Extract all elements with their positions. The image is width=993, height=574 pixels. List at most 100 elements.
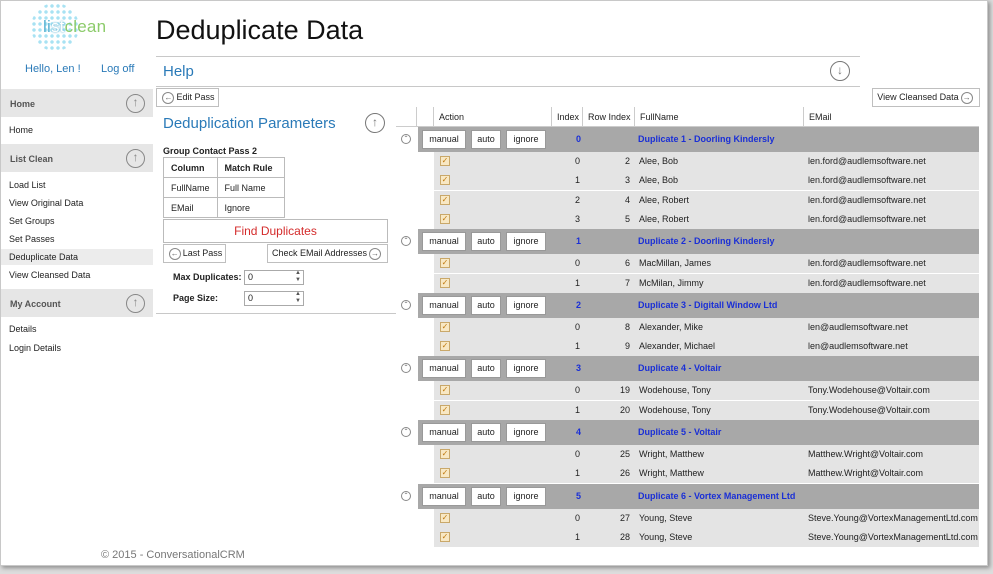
- manual-button[interactable]: manual: [422, 486, 466, 506]
- auto-button[interactable]: auto: [471, 295, 501, 315]
- group-row: ⌃ manual auto ignore 0 Duplicate 1 - Doorling…: [396, 127, 979, 152]
- table-row[interactable]: ✓ 2 4 Alee, Robert len.ford@audlemsoftware.n…: [396, 190, 979, 210]
- checkbox-checked-icon[interactable]: ✓: [440, 531, 450, 542]
- header-email[interactable]: EMail: [803, 107, 979, 127]
- collapse-up-icon[interactable]: ↑: [126, 294, 145, 313]
- group-name[interactable]: Duplicate 4 - Voltair: [638, 356, 721, 381]
- collapse-group-icon[interactable]: ⌃: [401, 236, 411, 247]
- section-list-clean[interactable]: List Clean ↑: [1, 144, 153, 172]
- ignore-button[interactable]: ignore: [506, 423, 546, 442]
- table-row[interactable]: ✓ 1 3 Alee, Bob len.ford@audlemsoftware.net: [396, 171, 979, 191]
- rule-header: Match Rule: [216, 157, 285, 178]
- ignore-button[interactable]: ignore: [506, 359, 546, 379]
- check-email-addresses-button[interactable]: Check EMail Addresses →: [267, 244, 388, 263]
- find-duplicates-button[interactable]: Find Duplicates: [163, 219, 388, 243]
- sidebar-item-deduplicate-data[interactable]: Deduplicate Data: [1, 249, 153, 265]
- group-name[interactable]: Duplicate 5 - Voltair: [638, 420, 721, 445]
- group-name[interactable]: Duplicate 1 - Doorling Kindersly: [638, 127, 775, 152]
- header-fullname[interactable]: FullName: [634, 107, 802, 127]
- ignore-button[interactable]: ignore: [506, 130, 546, 149]
- checkbox-checked-icon[interactable]: ✓: [440, 213, 450, 224]
- collapse-group-icon[interactable]: ⌃: [401, 490, 411, 501]
- collapse-group-icon[interactable]: ⌃: [401, 427, 411, 437]
- checkbox-checked-icon[interactable]: ✓: [440, 341, 450, 352]
- listclean-logo[interactable]: listclean: [31, 3, 131, 53]
- sidebar-item-home[interactable]: Home: [9, 125, 33, 135]
- auto-button[interactable]: auto: [471, 130, 501, 149]
- auto-button[interactable]: auto: [471, 423, 501, 442]
- spinner-arrows-icon[interactable]: ▲ ▼: [295, 270, 301, 284]
- section-home[interactable]: Home ↑: [1, 89, 153, 117]
- view-cleansed-data-button[interactable]: View Cleansed Data →: [872, 88, 980, 107]
- section-my-account[interactable]: My Account ↑: [1, 289, 153, 317]
- user-greeting[interactable]: Hello, Len !: [25, 63, 81, 75]
- sidebar-item-view-cleansed-data[interactable]: View Cleansed Data: [9, 270, 90, 280]
- page-size-stepper[interactable]: 0 ▲ ▼: [244, 291, 304, 306]
- group-row: ⌃ manual auto ignore 5 Duplicate 6 - Vortex M…: [396, 483, 979, 509]
- manual-button[interactable]: manual: [422, 232, 466, 252]
- table-row[interactable]: ✓ 1 20 Wodehouse, Tony Tony.Wodehouse@Voltai…: [396, 400, 979, 420]
- table-row[interactable]: ✓ 1 9 Alexander, Michael len@audlemsoftware.…: [396, 337, 979, 357]
- edit-pass-button[interactable]: ← Edit Pass: [156, 88, 219, 107]
- header-action[interactable]: Action: [433, 107, 551, 127]
- manual-button[interactable]: manual: [422, 423, 466, 442]
- collapse-group-icon[interactable]: ⌃: [401, 134, 411, 144]
- table-row[interactable]: ✓ 0 8 Alexander, Mike len@audlemsoftware.net: [396, 317, 979, 337]
- checkbox-checked-icon[interactable]: ✓: [440, 194, 450, 205]
- table-row[interactable]: ✓ 1 26 Wright, Matthew Matthew.Wright@Voltai…: [396, 464, 979, 484]
- max-duplicates-stepper[interactable]: 0 ▲ ▼: [244, 270, 304, 285]
- table-row[interactable]: ✓ 3 5 Alee, Robert len.ford@audlemsoftware.n…: [396, 209, 979, 229]
- checkbox-checked-icon[interactable]: ✓: [440, 321, 450, 332]
- collapse-up-icon[interactable]: ↑: [126, 94, 145, 113]
- checkbox-checked-icon[interactable]: ✓: [440, 385, 450, 396]
- checkbox-checked-icon[interactable]: ✓: [440, 449, 450, 459]
- sidebar-item-load-list[interactable]: Load List: [9, 180, 46, 190]
- checkbox-checked-icon[interactable]: ✓: [440, 512, 450, 523]
- checkbox-checked-icon[interactable]: ✓: [440, 156, 450, 166]
- table-row[interactable]: ✓ 1 7 McMilan, Jimmy len.ford@audlemsoftware…: [396, 273, 979, 293]
- table-row[interactable]: ✓ 0 27 Young, Steve Steve.Young@VortexManage…: [396, 508, 979, 528]
- ignore-button[interactable]: ignore: [506, 232, 546, 252]
- ignore-button[interactable]: ignore: [506, 295, 546, 315]
- manual-button[interactable]: manual: [422, 130, 466, 149]
- manual-button[interactable]: manual: [422, 295, 466, 315]
- last-pass-button[interactable]: ← Last Pass: [163, 244, 226, 263]
- table-row[interactable]: ✓ 1 28 Young, Steve Steve.Young@VortexManage…: [396, 527, 979, 547]
- checkbox-checked-icon[interactable]: ✓: [440, 258, 450, 269]
- sidebar-item-view-original-data[interactable]: View Original Data: [9, 198, 83, 208]
- table-row[interactable]: ✓ 0 19 Wodehouse, Tony Tony.Wodehouse@Voltai…: [396, 381, 979, 401]
- row-email-cell: len.ford@audlemsoftware.net: [808, 175, 926, 186]
- group-name[interactable]: Duplicate 6 - Vortex Management Ltd: [638, 484, 795, 509]
- group-name[interactable]: Duplicate 2 - Doorling Kindersly: [638, 229, 775, 254]
- checkbox-checked-icon[interactable]: ✓: [440, 404, 450, 415]
- collapse-up-icon[interactable]: ↑: [365, 113, 385, 133]
- collapse-group-icon[interactable]: ⌃: [401, 299, 411, 310]
- collapse-up-icon[interactable]: ↑: [126, 149, 145, 168]
- checkbox-checked-icon[interactable]: ✓: [440, 468, 450, 479]
- group-row: ⌃ manual auto ignore 4 Duplicate 5 - Voltair: [396, 420, 979, 445]
- ignore-button[interactable]: ignore: [506, 486, 546, 506]
- auto-button[interactable]: auto: [471, 486, 501, 506]
- sidebar-item-set-passes[interactable]: Set Passes: [9, 234, 55, 244]
- help-heading[interactable]: Help: [163, 63, 194, 80]
- manual-button[interactable]: manual: [422, 359, 466, 379]
- auto-button[interactable]: auto: [471, 359, 501, 379]
- collapse-group-icon[interactable]: ⌃: [401, 363, 411, 374]
- sidebar-item-login-details[interactable]: Login Details: [9, 343, 61, 353]
- checkbox-checked-icon[interactable]: ✓: [440, 175, 450, 186]
- header-row-index[interactable]: Row Index: [582, 107, 633, 127]
- sidebar-item-set-groups[interactable]: Set Groups: [9, 216, 55, 226]
- auto-button[interactable]: auto: [471, 232, 501, 252]
- spinner-arrows-icon[interactable]: ▲ ▼: [295, 291, 301, 305]
- header-index[interactable]: Index: [551, 107, 581, 127]
- group-name[interactable]: Duplicate 3 - Digitall Window Ltd: [638, 293, 777, 318]
- section-list-clean-label: List Clean: [10, 154, 54, 164]
- checkbox-checked-icon[interactable]: ✓: [440, 277, 450, 288]
- table-row[interactable]: ✓ 0 25 Wright, Matthew Matthew.Wright@Voltai…: [396, 445, 979, 464]
- table-row[interactable]: ✓ 0 6 MacMillan, James len.ford@audlemsoftwa…: [396, 254, 979, 274]
- sidebar-item-details[interactable]: Details: [9, 324, 37, 334]
- logoff-link[interactable]: Log off: [101, 63, 134, 75]
- expand-down-icon[interactable]: ↓: [830, 61, 850, 81]
- table-row[interactable]: ✓ 0 2 Alee, Bob len.ford@audlemsoftware.net: [396, 152, 979, 171]
- group-index: 5: [575, 490, 581, 501]
